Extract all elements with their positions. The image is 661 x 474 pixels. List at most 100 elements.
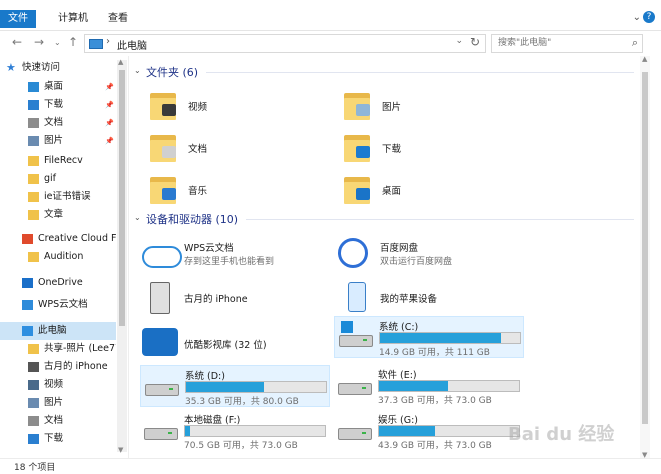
hard-drive-icon [339,321,373,351]
sidebar-item[interactable]: 文档 📌 [0,114,116,132]
content-scrollbar[interactable]: ▲ ▼ [640,55,650,459]
sidebar-item[interactable]: 共享-照片 (Lee77 [0,340,116,358]
sidebar-item[interactable]: 下载 📌 [0,96,116,114]
recent-chevron-icon[interactable]: ⌄ [54,38,61,47]
sidebar-item[interactable]: 文档 [0,412,116,430]
folder-icon [28,174,39,184]
sidebar-item-label: 下载 [44,433,64,444]
folder-label: 下载 [382,144,402,155]
folder-tile[interactable]: 图片 [342,86,522,126]
device-name: WPS云文档 [184,243,234,254]
download-icon [28,434,39,444]
drive-usage-bar [379,332,521,344]
iphone-icon [150,282,170,314]
sidebar-item-label: 下载 [44,99,64,110]
sidebar-item-label: 文档 [44,117,64,128]
device-tile[interactable]: 古月的 iPhone [142,278,328,322]
folder-tile[interactable]: 文档 [148,128,328,168]
video-folder-icon [148,88,180,122]
hard-drive-icon [144,420,178,444]
drive-free-space: 37.3 GB 可用，共 73.0 GB [378,396,492,406]
refresh-icon[interactable]: ↻ [470,35,480,49]
sidebar-item[interactable]: gif [0,170,116,188]
nav-scroll-thumb[interactable] [119,70,125,326]
sidebar-item[interactable]: 视频 [0,376,116,394]
sidebar-item-label: Audition [44,251,84,262]
folder-label: 音乐 [188,186,208,197]
sidebar-item[interactable]: Audition [0,248,116,266]
back-arrow-icon[interactable]: ← [12,35,22,49]
sidebar-item[interactable]: FileRecv [0,152,116,170]
tab-file[interactable]: 文件 [0,10,36,28]
sidebar-item[interactable]: 图片 [0,394,116,412]
sidebar-item[interactable]: 古月的 iPhone [0,358,116,376]
nav-scrollbar[interactable]: ▲ ▼ [117,58,127,454]
drive-tile[interactable]: 系统 (D:) 35.3 GB 可用，共 80.0 GB [140,365,330,407]
scroll-up-icon[interactable]: ▲ [642,55,647,63]
sidebar-item[interactable]: 此电脑 [0,322,116,340]
drive-tile[interactable]: 系统 (C:) 14.9 GB 可用，共 111 GB [334,316,524,358]
expand-ribbon-icon[interactable]: ⌄ [633,12,641,23]
device-name: 百度网盘 [380,243,419,254]
help-icon[interactable]: ? [643,11,655,23]
drive-name: 本地磁盘 (F:) [184,415,241,426]
drive-tile[interactable]: 本地磁盘 (F:) 70.5 GB 可用，共 73.0 GB [140,410,328,451]
hard-drive-icon [338,420,372,444]
baidu-netdisk-icon [338,238,368,268]
sidebar-item[interactable]: Creative Cloud Fil [0,230,116,248]
sidebar-item[interactable]: OneDrive [0,274,116,292]
breadcrumb-separator: › [106,36,110,47]
group-folders[interactable]: ⌄ 文件夹 (6) [134,64,634,82]
watermark-logo: Bai du 经验 [508,424,615,445]
navigation-pane: ★ 快速访问 桌面 📌 下载 📌 文档 📌 图片 📌 FileRecv gif ie证书错误 文章 Crea… [0,56,129,458]
drive-tile[interactable]: 娱乐 (G:) 43.9 GB 可用，共 73.0 GB [334,410,522,451]
download-icon [28,100,39,110]
sidebar-item[interactable]: 桌面 📌 [0,78,116,96]
download-folder-icon [342,130,374,164]
pin-icon: 📌 [105,101,114,109]
folder-tile[interactable]: 桌面 [342,170,522,210]
sidebar-item-label: 古月的 iPhone [44,361,108,372]
device-name: 我的苹果设备 [380,294,438,305]
sidebar-item[interactable]: ie证书错误 [0,188,116,206]
folder-icon [28,344,39,354]
desktop-icon [28,82,39,92]
sidebar-item[interactable]: ★ 快速访问 [0,59,116,77]
sidebar-item-label: 图片 [44,397,64,408]
sidebar-item[interactable]: 文章 [0,206,116,224]
scroll-down-icon[interactable]: ▼ [118,446,123,454]
device-tile[interactable]: 百度网盘 双击运行百度网盘 [338,234,524,278]
group-devices[interactable]: ⌄ 设备和驱动器 (10) [134,211,634,229]
onedrive-icon [22,278,33,288]
iphone-icon [28,362,39,372]
search-icon[interactable]: ⌕ [632,36,638,50]
sidebar-item[interactable]: 图片 📌 [0,132,116,150]
forward-arrow-icon[interactable]: → [34,35,44,49]
drive-free-space: 43.9 GB 可用，共 73.0 GB [378,441,492,451]
folder-tile[interactable]: 音乐 [148,170,328,210]
folder-icon [28,252,39,262]
tab-computer[interactable]: 计算机 [50,10,96,28]
search-input[interactable] [492,35,618,50]
scroll-up-icon[interactable]: ▲ [118,58,123,66]
sidebar-item[interactable]: WPS云文档 [0,296,116,314]
device-subtitle: 存到这里手机也能看到 [184,257,275,267]
folder-tile[interactable]: 视频 [148,86,328,126]
drive-usage-bar [378,380,520,392]
wps-cloud-icon [142,246,182,268]
device-tile[interactable]: 优酷影视库 (32 位) [142,324,328,368]
address-bar[interactable]: › 此电脑 ⌄ ↻ [84,34,486,53]
sidebar-item-label: gif [44,173,57,184]
chevron-down-icon[interactable]: ⌄ [455,36,463,46]
folder-tile[interactable]: 下载 [342,128,522,168]
collapse-chevron-icon[interactable]: ⌄ [134,213,141,222]
drive-tile[interactable]: 软件 (E:) 37.3 GB 可用，共 73.0 GB [334,365,522,406]
content-scroll-thumb[interactable] [642,72,648,424]
collapse-chevron-icon[interactable]: ⌄ [134,66,141,75]
sidebar-item[interactable]: 下载 [0,430,116,448]
breadcrumb[interactable]: 此电脑 [117,37,147,52]
device-tile[interactable]: WPS云文档存到这里手机也能看到 [142,234,328,278]
pc-icon [22,326,33,336]
tab-view[interactable]: 查看 [100,10,136,28]
up-arrow-icon[interactable]: ↑ [68,35,78,49]
